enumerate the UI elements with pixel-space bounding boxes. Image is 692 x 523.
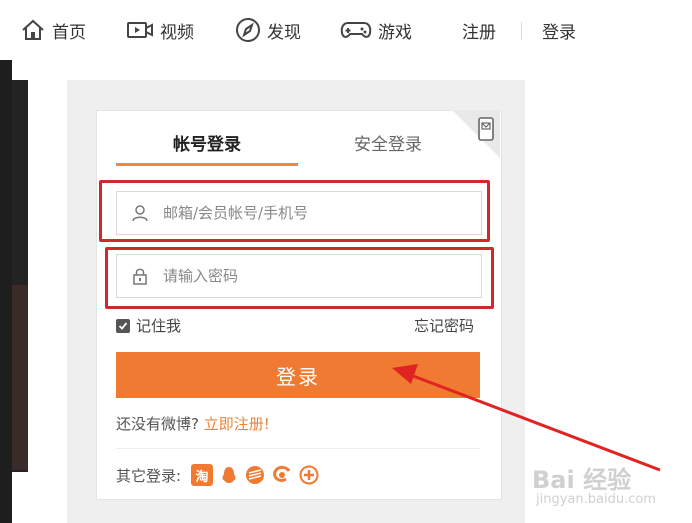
annotation-arrow: [392, 364, 661, 472]
baidu-watermark: Bai 经验: [532, 466, 632, 494]
baidu-watermark-url: jingyan.baidu.com: [536, 492, 656, 507]
